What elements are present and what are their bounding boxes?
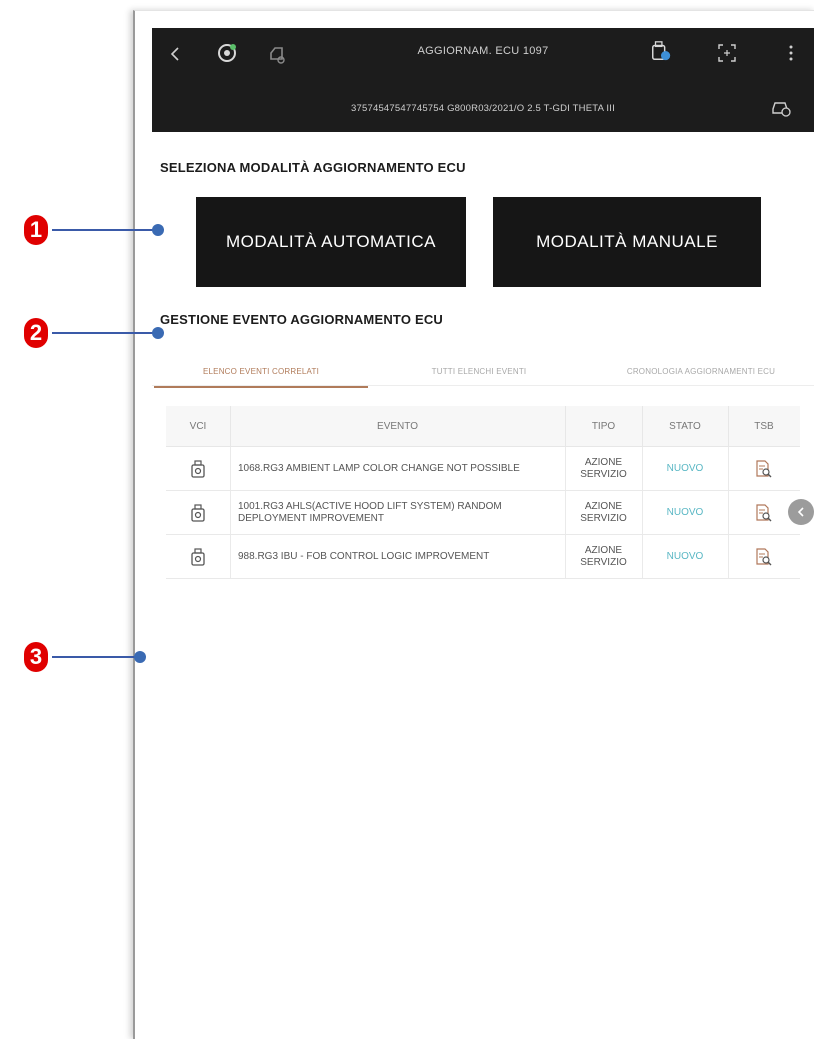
vehicle-info: 37574547547745754 G800R03/2021/O 2.5 T-G… <box>351 103 615 114</box>
mode-section-title: SELEZIONA MODALITÀ AGGIORNAMENTO ECU <box>160 160 466 175</box>
event-tabs: ELENCO EVENTI CORRELATI TUTTI ELENCHI EV… <box>152 356 814 388</box>
tabs-divider <box>152 385 814 386</box>
callout-2: 2 <box>24 318 48 348</box>
table-row[interactable]: 1001.RG3 AHLS(ACTIVE HOOD LIFT SYSTEM) R… <box>166 491 800 535</box>
callout-1-line <box>52 229 156 231</box>
car-settings-icon[interactable] <box>770 96 792 118</box>
event-type: AZIONE SERVIZIO <box>565 535 643 578</box>
screen-capture-icon[interactable] <box>716 42 738 64</box>
manual-mode-button[interactable]: MODALITÀ MANUALE <box>493 197 761 287</box>
event-section-title: GESTIONE EVENTO AGGIORNAMENTO ECU <box>160 312 444 327</box>
tab-ecu-update-history[interactable]: CRONOLOGIA AGGIORNAMENTI ECU <box>588 356 814 386</box>
automatic-mode-button[interactable]: MODALITÀ AUTOMATICA <box>196 197 466 287</box>
col-tipo: TIPO <box>565 406 643 446</box>
callout-2-dot <box>152 327 164 339</box>
event-type: AZIONE SERVIZIO <box>565 491 643 534</box>
col-tsb: TSB <box>754 420 774 432</box>
status-badge: NUOVO <box>642 491 729 534</box>
event-name: 988.RG3 IBU - FOB CONTROL LOGIC IMPROVEM… <box>230 535 566 578</box>
more-vert-icon[interactable] <box>780 42 802 64</box>
events-table: VCI EVENTO TIPO STATO TSB 1068.RG3 AMBIE… <box>166 406 800 579</box>
vci-row-icon <box>166 491 231 534</box>
tsb-document-icon[interactable] <box>728 447 800 490</box>
tsb-document-icon[interactable] <box>728 535 800 578</box>
callout-3: 3 <box>24 642 48 672</box>
callout-1-dot <box>152 224 164 236</box>
callout-1: 1 <box>24 215 48 245</box>
table-row[interactable]: 1068.RG3 AMBIENT LAMP COLOR CHANGE NOT P… <box>166 447 800 491</box>
page-title: AGGIORNAM. ECU 1097 <box>417 45 549 57</box>
vci-row-icon <box>166 447 231 490</box>
table-row[interactable]: 988.RG3 IBU - FOB CONTROL LOGIC IMPROVEM… <box>166 535 800 579</box>
col-evento: EVENTO <box>230 406 566 446</box>
tab-related-events[interactable]: ELENCO EVENTI CORRELATI <box>154 356 368 388</box>
tab-all-events[interactable]: TUTTI ELENCHI EVENTI <box>384 356 574 386</box>
status-badge: NUOVO <box>642 535 729 578</box>
vci-device-icon[interactable] <box>650 40 672 62</box>
event-name: 1001.RG3 AHLS(ACTIVE HOOD LIFT SYSTEM) R… <box>230 491 566 534</box>
table-header: VCI EVENTO TIPO STATO TSB <box>166 406 800 447</box>
vci-row-icon <box>166 535 231 578</box>
col-stato: STATO <box>642 406 729 446</box>
callout-3-dot <box>134 651 146 663</box>
callout-3-line <box>52 656 138 658</box>
app-screen: AGGIORNAM. ECU 1097 37574547547745754 G8… <box>152 28 814 1038</box>
callout-2-line <box>52 332 156 334</box>
side-panel-handle[interactable] <box>788 499 814 525</box>
status-badge: NUOVO <box>642 447 729 490</box>
col-vci: VCI <box>166 406 231 446</box>
event-type: AZIONE SERVIZIO <box>565 447 643 490</box>
top-bar: AGGIORNAM. ECU 1097 37574547547745754 G8… <box>152 28 814 132</box>
event-name: 1068.RG3 AMBIENT LAMP COLOR CHANGE NOT P… <box>230 447 566 490</box>
